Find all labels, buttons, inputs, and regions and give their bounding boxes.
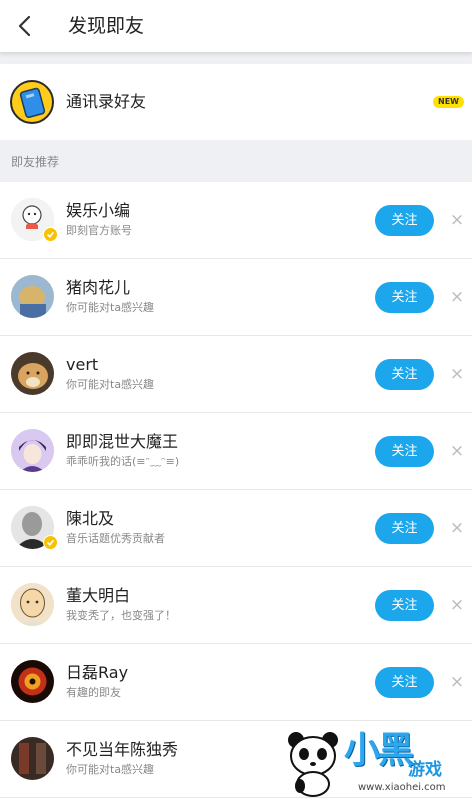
watermark-subtext: 游戏 <box>408 760 442 780</box>
user-subtitle: 乖乖听我的话(≡ᵔ﹏ᵔ≡) <box>66 455 180 468</box>
contacts-friends-row[interactable]: 通讯录好友 NEW <box>0 64 472 140</box>
avatar[interactable] <box>11 660 54 703</box>
close-icon[interactable]: × <box>448 594 466 616</box>
avatar[interactable] <box>11 352 54 395</box>
follow-button[interactable]: 关注 <box>375 436 434 467</box>
follow-button[interactable]: 关注 <box>375 513 434 544</box>
user-name[interactable]: 不见当年陈独秀 <box>66 740 178 760</box>
close-icon[interactable]: × <box>448 286 466 308</box>
watermark-logo: 小黑 游戏 www.xiaohei.com <box>278 726 472 798</box>
close-icon[interactable]: × <box>448 209 466 231</box>
user-subtitle: 你可能对ta感兴趣 <box>66 378 155 391</box>
close-icon[interactable]: × <box>448 517 466 539</box>
new-badge: NEW <box>433 96 464 108</box>
avatar[interactable] <box>11 275 54 318</box>
user-name[interactable]: vert <box>66 355 98 375</box>
follow-button[interactable]: 关注 <box>375 667 434 698</box>
verified-badge-icon <box>43 227 58 242</box>
panda-icon <box>288 732 338 797</box>
section-header: 即友推荐 <box>0 140 472 182</box>
close-icon[interactable]: × <box>448 363 466 385</box>
address-book-icon <box>10 80 54 124</box>
top-bar: 发现即友 <box>0 0 472 52</box>
close-icon[interactable]: × <box>448 671 466 693</box>
user-subtitle: 我变秃了，也变强了！ <box>66 609 176 622</box>
close-icon[interactable]: × <box>448 440 466 462</box>
list-item[interactable]: 娱乐小编 即刻官方账号 关注 × <box>0 182 472 259</box>
avatar[interactable] <box>11 429 54 472</box>
list-item[interactable]: 即即混世大魔王 乖乖听我的话(≡ᵔ﹏ᵔ≡) 关注 × <box>0 413 472 490</box>
avatar[interactable] <box>11 583 54 626</box>
user-name[interactable]: 猪肉花儿 <box>66 278 130 298</box>
watermark-url: www.xiaohei.com <box>358 782 446 793</box>
user-subtitle: 有趣的即友 <box>66 686 121 699</box>
follow-button[interactable]: 关注 <box>375 359 434 390</box>
avatar[interactable] <box>11 737 54 780</box>
divider <box>0 52 472 64</box>
chevron-left-icon <box>18 15 31 37</box>
user-name[interactable]: 即即混世大魔王 <box>66 432 178 452</box>
user-list: 娱乐小编 即刻官方账号 关注 × 猪肉花儿 你可能对ta感兴趣 关注 × ver… <box>0 182 472 798</box>
list-item[interactable]: 董大明白 我变秃了，也变强了！ 关注 × <box>0 567 472 644</box>
list-item[interactable]: 猪肉花儿 你可能对ta感兴趣 关注 × <box>0 259 472 336</box>
follow-button[interactable]: 关注 <box>375 282 434 313</box>
user-name[interactable]: 娱乐小编 <box>66 201 130 221</box>
list-item[interactable]: 日磊Ray 有趣的即友 关注 × <box>0 644 472 721</box>
watermark-text: 小黑 <box>344 730 414 771</box>
list-item[interactable]: vert 你可能对ta感兴趣 关注 × <box>0 336 472 413</box>
verified-badge-icon <box>43 535 58 550</box>
user-subtitle: 你可能对ta感兴趣 <box>66 301 155 314</box>
follow-button[interactable]: 关注 <box>375 590 434 621</box>
section-title: 即友推荐 <box>11 155 60 169</box>
contacts-label: 通讯录好友 <box>66 92 147 111</box>
user-subtitle: 音乐话题优秀贡献者 <box>66 532 165 545</box>
follow-button[interactable]: 关注 <box>375 205 434 236</box>
page-title: 发现即友 <box>68 15 145 37</box>
back-button[interactable] <box>6 8 42 44</box>
user-subtitle: 你可能对ta感兴趣 <box>66 763 155 776</box>
user-name[interactable]: 董大明白 <box>66 586 130 606</box>
list-item[interactable]: 陳北及 音乐话题优秀贡献者 关注 × <box>0 490 472 567</box>
user-subtitle: 即刻官方账号 <box>66 224 132 237</box>
user-name[interactable]: 陳北及 <box>66 509 114 529</box>
user-name[interactable]: 日磊Ray <box>66 663 128 683</box>
